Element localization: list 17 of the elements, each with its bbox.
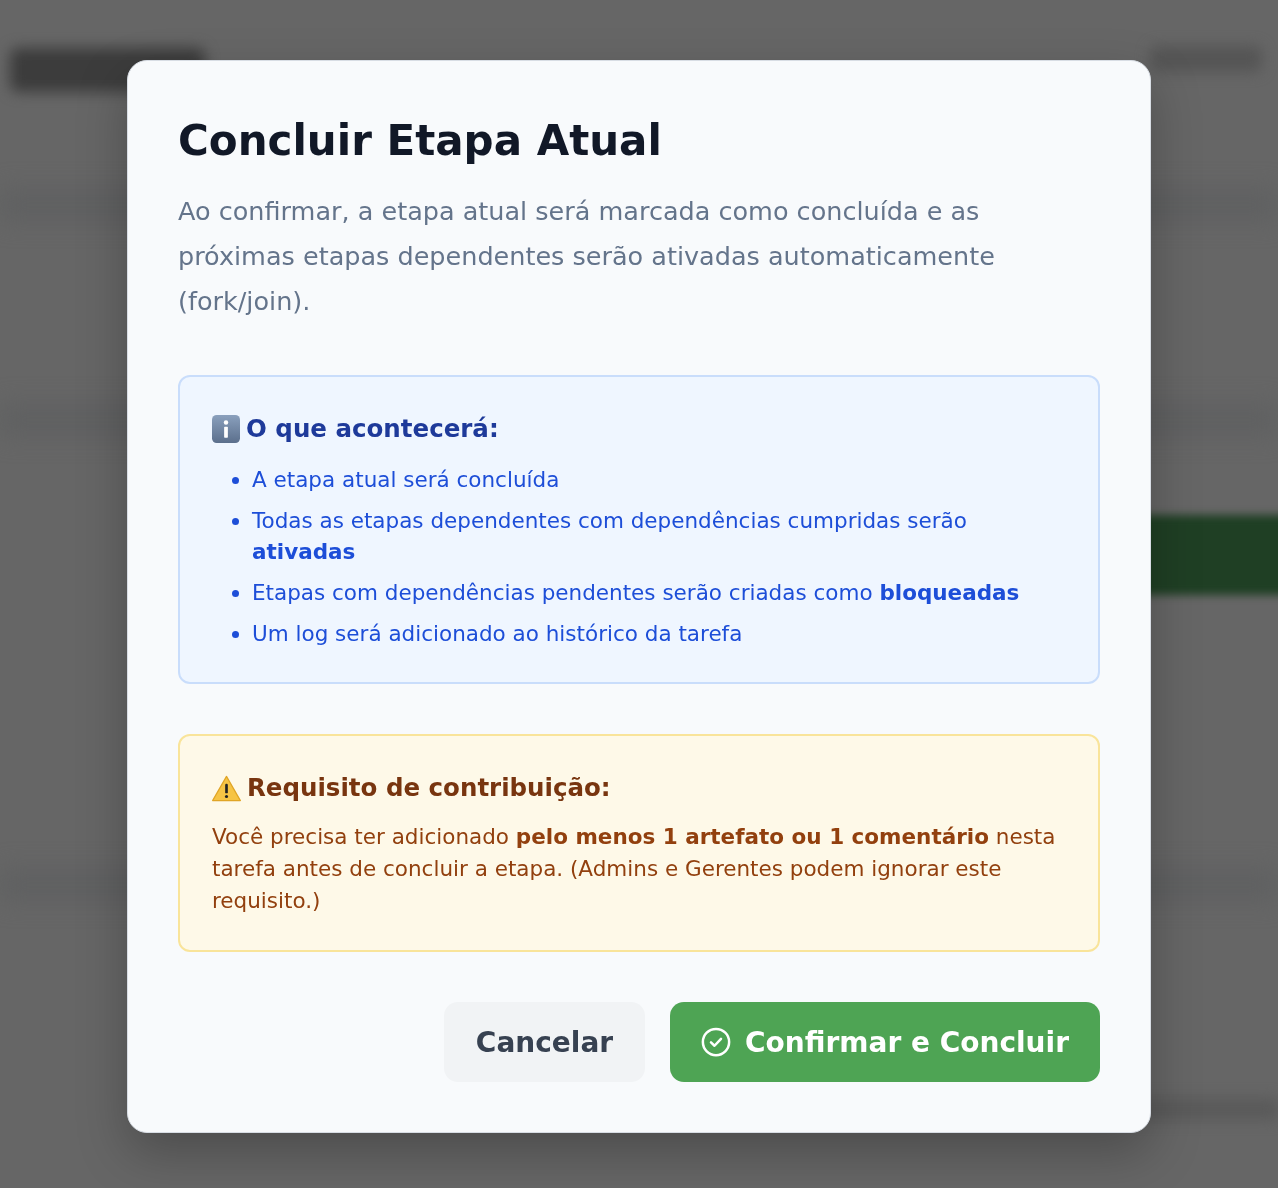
warning-text: Você precisa ter adicionado pelo menos 1 artefato ou 1 comentário nesta tarefa antes de concluir a etapa. (Admins e Gerentes podem ignorar este requisito.)	[212, 823, 1057, 915]
info-heading: O que acontecerá:	[246, 413, 499, 445]
check-circle-icon	[701, 1027, 732, 1057]
bullet-icon	[232, 518, 239, 525]
info-icon	[212, 415, 240, 443]
list-item-text: Etapas com dependências pendentes serão criadas como bloqueadas	[252, 579, 1020, 607]
warning-heading: Requisito de contribuição:	[247, 772, 611, 804]
list-item-text: Todas as etapas dependentes com dependências cumpridas serão ativadas	[252, 507, 968, 566]
bullet-icon	[232, 590, 239, 597]
bullet-icon	[232, 477, 239, 484]
dialog-title: Concluir Etapa Atual	[178, 115, 662, 167]
bullet-icon	[232, 631, 239, 638]
cancel-button[interactable]: Cancelar	[444, 1002, 645, 1082]
warning-icon	[212, 774, 241, 802]
list-item-text: Um log será adicionado ao histórico da tarefa	[252, 620, 743, 648]
dialog-description: Ao confirmar, a etapa atual será marcada como concluída e as próximas etapas dependentes serão ativadas automaticamente (fork/join).	[178, 195, 996, 318]
list-item-text: A etapa atual será concluída	[252, 466, 560, 494]
